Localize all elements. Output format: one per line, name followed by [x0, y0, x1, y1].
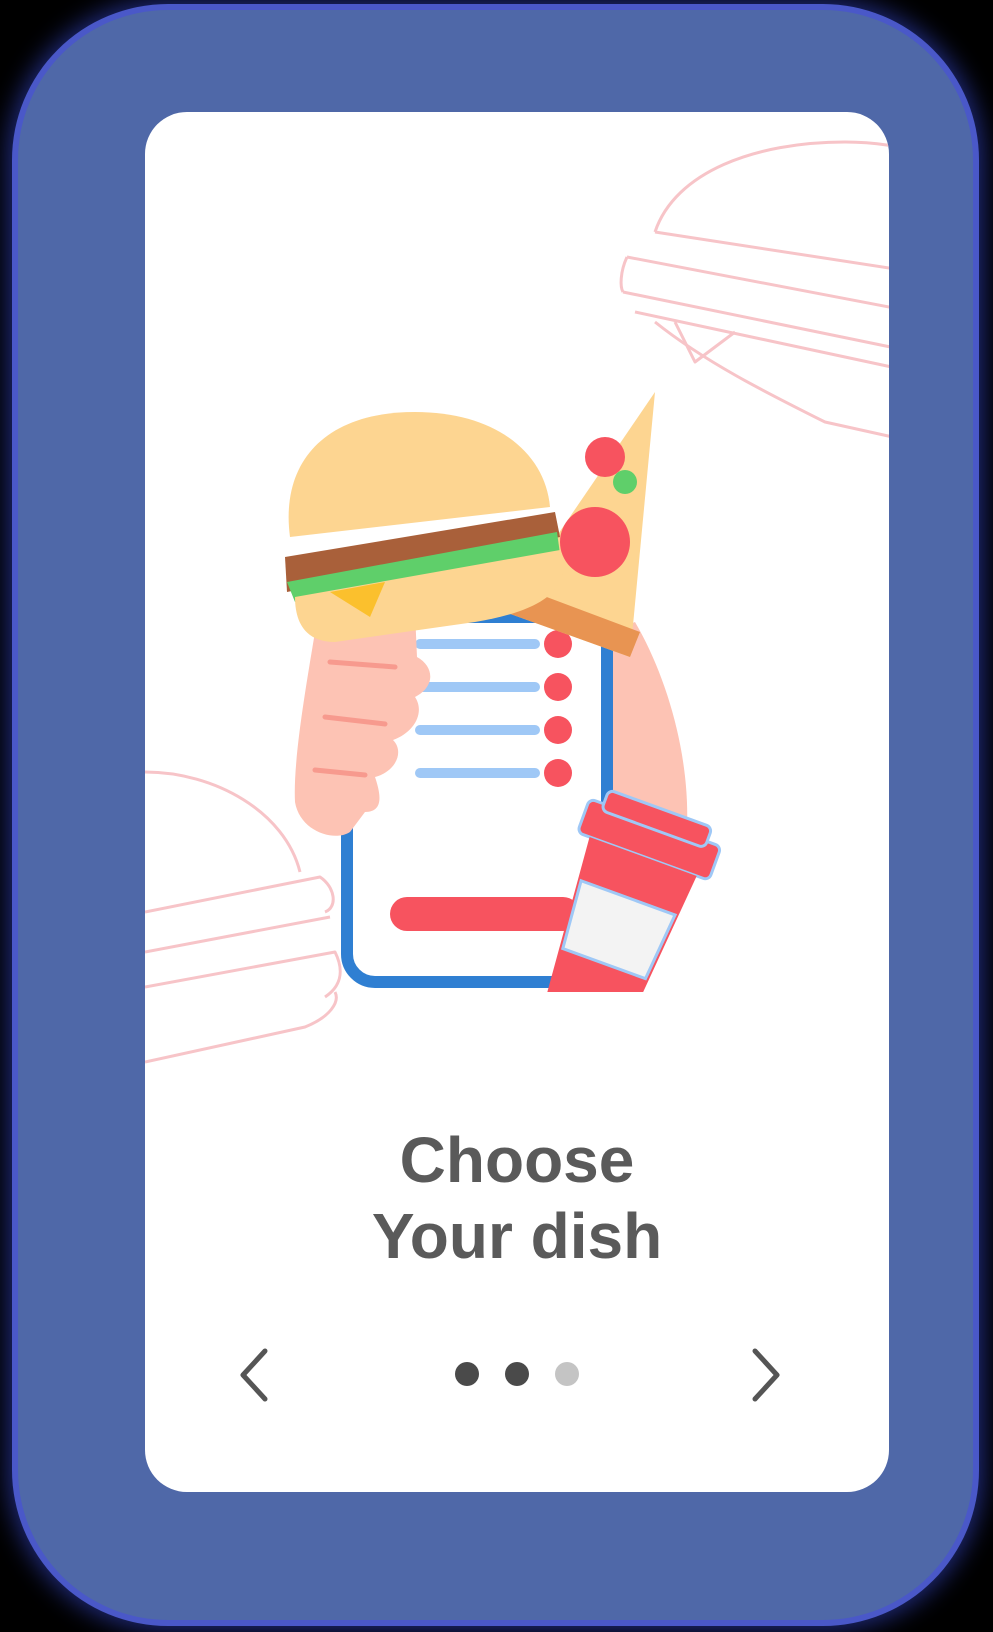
page-dot-3[interactable] [555, 1362, 579, 1386]
phone-frame: Choose Your dish [18, 10, 973, 1620]
next-button[interactable] [735, 1340, 795, 1410]
onboarding-screen: Choose Your dish [145, 112, 889, 1492]
burger-icon [285, 412, 564, 642]
chevron-right-icon [752, 1348, 780, 1402]
food-order-illustration [285, 392, 722, 992]
page-dot-2[interactable] [505, 1362, 529, 1386]
onboarding-title-line1: Choose [399, 1124, 635, 1196]
onboarding-title-line2: Your dish [371, 1200, 663, 1272]
page-dot-1[interactable] [455, 1362, 479, 1386]
